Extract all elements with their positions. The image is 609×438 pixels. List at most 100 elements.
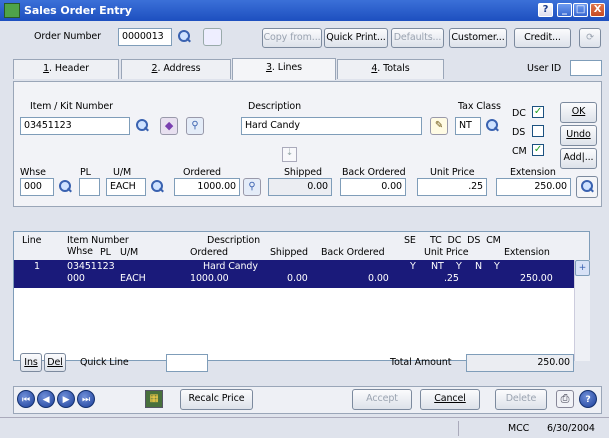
credit-button[interactable]: Credit... — [514, 28, 571, 48]
col-ordered: Ordered — [190, 247, 228, 258]
extension-inquiry-button[interactable] — [576, 176, 598, 198]
description-label: Description — [248, 101, 302, 112]
whse-field[interactable]: 000 — [20, 178, 54, 196]
title-bar: Sales Order Entry ? _ □ X — [0, 0, 609, 21]
table-row[interactable]: 1 03451123 Hard Candy Y NT Y N Y 000 EAC… — [14, 260, 574, 288]
whse-label: Whse — [20, 167, 46, 178]
row-back-ordered: 0.00 — [368, 273, 389, 284]
col-item-number: Item Number — [67, 235, 129, 246]
tax-class-label: Tax Class — [458, 101, 501, 112]
ds-checkbox[interactable] — [532, 125, 544, 137]
user-id-field[interactable] — [570, 60, 602, 76]
tab-address[interactable]: 2. Address — [121, 59, 231, 79]
extension-label: Extension — [510, 167, 556, 178]
delete-line-button[interactable]: Del — [44, 353, 66, 372]
status-separator — [458, 421, 498, 436]
tab-header[interactable]: 1. Header — [13, 59, 119, 79]
um-lookup-icon[interactable] — [149, 179, 165, 195]
whse-lookup-icon[interactable] — [57, 179, 73, 195]
cm-label: CM — [512, 146, 527, 157]
delete-button[interactable]: Delete — [495, 389, 547, 410]
minimize-button[interactable]: _ — [557, 3, 572, 17]
extension-field[interactable]: 250.00 — [496, 178, 571, 196]
order-number-field[interactable]: 0000013 — [118, 28, 172, 46]
lines-grid: Line Item Number Description SE TC DC DS… — [13, 231, 590, 361]
item-lookup-icon[interactable] — [134, 118, 150, 134]
defaults-button[interactable]: Defaults... — [391, 28, 444, 48]
col-whse: Whse — [67, 246, 93, 257]
item-number-field[interactable]: 03451123 — [20, 117, 130, 135]
copy-from-button[interactable]: Copy from... — [262, 28, 322, 48]
col-extension: Extension — [504, 247, 550, 258]
customer-button[interactable]: Customer... — [449, 28, 507, 48]
unit-price-field[interactable]: .25 — [417, 178, 487, 196]
total-amount-field: 250.00 — [466, 354, 574, 372]
app-icon — [4, 3, 20, 18]
add-button[interactable]: Add|... — [560, 148, 597, 169]
user-id-label: User ID — [527, 63, 562, 74]
order-number-label: Order Number — [34, 31, 101, 42]
help-button[interactable]: ? — [538, 3, 553, 17]
first-record-icon[interactable]: ⏮ — [17, 390, 35, 408]
row-um: EACH — [120, 273, 146, 284]
item-inquiry-icon[interactable]: ⚲ — [186, 117, 204, 135]
back-ordered-label: Back Ordered — [342, 167, 406, 178]
quick-print-button[interactable]: Quick Print... — [324, 28, 388, 48]
ordered-label: Ordered — [183, 167, 221, 178]
tax-lookup-icon[interactable] — [484, 118, 500, 134]
shipped-field[interactable]: 0.00 — [268, 178, 332, 196]
order-next-button[interactable] — [203, 28, 222, 46]
cancel-button[interactable]: Cancel — [420, 389, 480, 410]
extension-search-icon — [579, 179, 595, 195]
row-ordered: 1000.00 — [190, 273, 229, 284]
window-body: Order Number 0000013 Copy from... Quick … — [0, 21, 609, 438]
undo-button[interactable]: Undo — [560, 125, 597, 146]
close-button[interactable]: X — [590, 3, 605, 17]
printer-icon[interactable]: ⎙ — [556, 390, 574, 408]
row-cm: Y — [494, 261, 500, 272]
insert-line-button[interactable]: Ins — [20, 353, 42, 372]
row-se: Y — [410, 261, 416, 272]
accept-button[interactable]: Accept — [352, 389, 412, 410]
total-amount-label: Total Amount — [390, 357, 452, 368]
row-extension: 250.00 — [520, 273, 553, 284]
row-tc: NT — [431, 261, 444, 272]
unit-price-label: Unit Price — [430, 167, 475, 178]
ok-button[interactable]: OK — [560, 102, 597, 123]
um-field[interactable]: EACH — [106, 178, 146, 196]
next-record-icon[interactable]: ▶ — [57, 390, 75, 408]
refresh-button[interactable]: ⟳ — [579, 28, 601, 48]
pl-label: PL — [80, 167, 91, 178]
tab-lines[interactable]: 3. Lines — [232, 58, 336, 80]
col-se: SE — [404, 235, 416, 246]
maximize-button[interactable]: □ — [573, 3, 588, 17]
memo-icon[interactable]: ✎ — [430, 117, 448, 135]
cm-checkbox[interactable]: ✓ — [532, 144, 544, 156]
grid-scrollbar[interactable]: + — [574, 260, 590, 361]
help-icon[interactable]: ? — [579, 390, 597, 408]
col-shipped: Shipped — [270, 247, 308, 258]
quick-line-field[interactable] — [166, 354, 208, 372]
previous-record-icon[interactable]: ◀ — [37, 390, 55, 408]
item-number-label: Item / Kit Number — [30, 101, 113, 112]
back-ordered-field[interactable]: 0.00 — [340, 178, 406, 196]
pl-field[interactable] — [79, 178, 100, 196]
tax-class-field[interactable]: NT — [455, 117, 481, 135]
recalc-price-button[interactable]: Recalc Price — [180, 389, 253, 410]
tab-totals[interactable]: 4. Totals — [337, 59, 444, 79]
col-description: Description — [207, 235, 261, 246]
shipped-label: Shipped — [284, 167, 322, 178]
ordered-field[interactable]: 1000.00 — [174, 178, 240, 196]
calculator-icon[interactable]: ▦ — [145, 390, 163, 408]
description-field[interactable]: Hard Candy — [241, 117, 422, 135]
company-code: MCC — [508, 423, 530, 434]
row-line: 1 — [34, 261, 40, 272]
row-expand-icon[interactable]: + — [575, 260, 590, 276]
dc-checkbox[interactable]: ✓ — [532, 106, 544, 118]
ship-all-icon[interactable]: ⇣ — [282, 147, 297, 162]
quantity-inquiry-icon[interactable]: ⚲ — [243, 178, 261, 196]
order-lookup-icon[interactable] — [176, 29, 192, 45]
tag-icon[interactable]: ◆ — [160, 117, 178, 135]
col-pl: PL — [100, 247, 111, 258]
last-record-icon[interactable]: ⏭ — [77, 390, 95, 408]
